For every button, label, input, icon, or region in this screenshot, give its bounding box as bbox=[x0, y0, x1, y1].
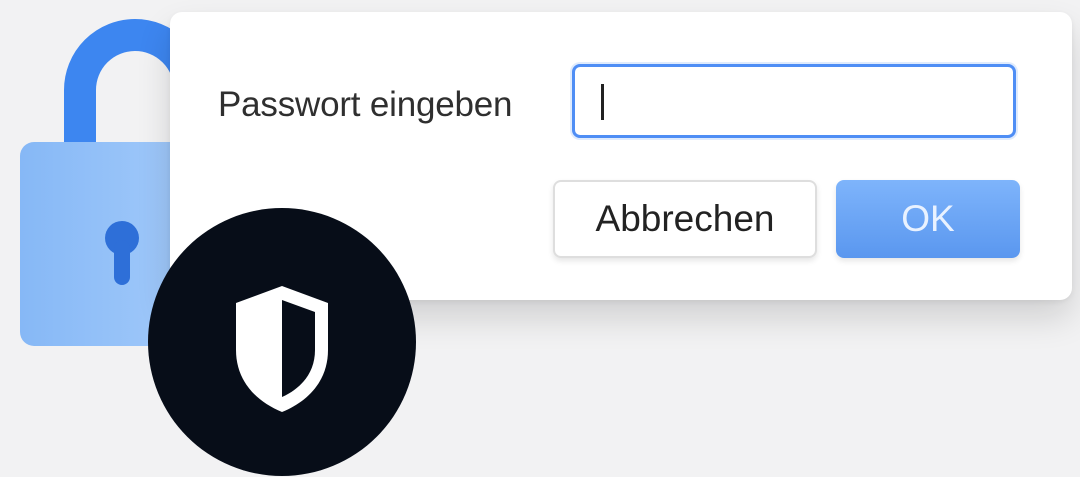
text-caret bbox=[601, 84, 604, 120]
ok-button[interactable]: OK bbox=[836, 180, 1020, 258]
cancel-button[interactable]: Abbrechen bbox=[553, 180, 817, 258]
shield-badge bbox=[148, 208, 416, 476]
password-input[interactable] bbox=[572, 64, 1016, 138]
password-label: Passwort eingeben bbox=[218, 85, 513, 124]
